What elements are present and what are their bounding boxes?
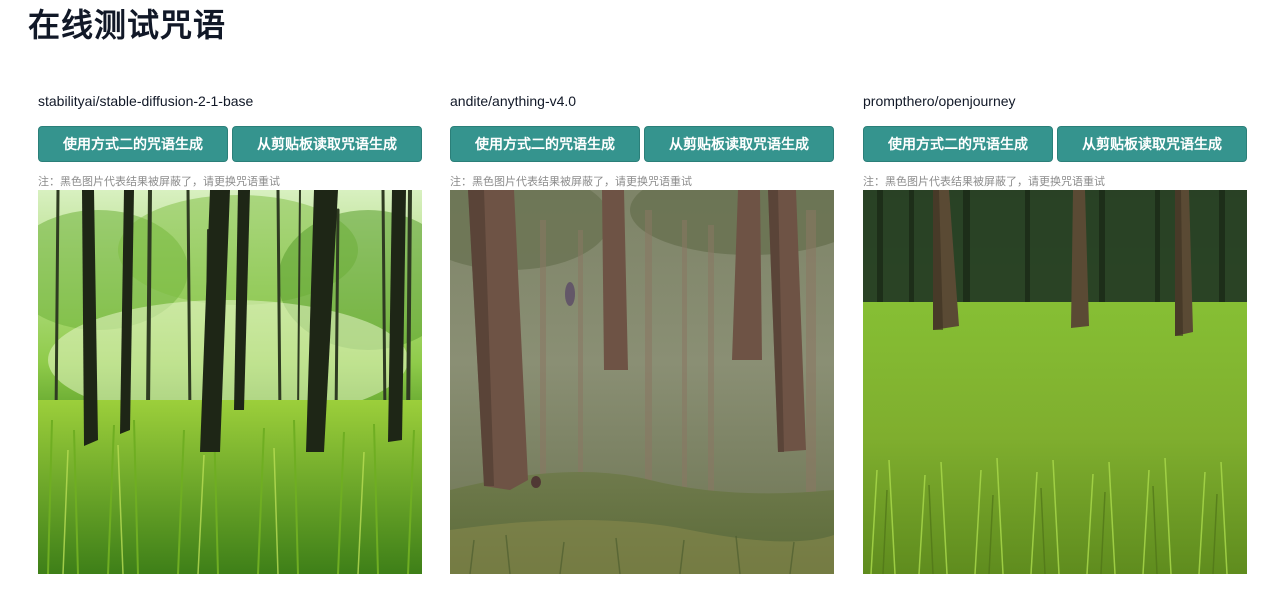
model-name: stabilityai/stable-diffusion-2-1-base xyxy=(38,93,254,109)
generate-with-method-two-button[interactable]: 使用方式二的咒语生成 xyxy=(450,126,640,162)
generated-forest-image xyxy=(38,190,422,574)
blocked-result-note: 注：黑色图片代表结果被屏蔽了，请更换咒语重试 xyxy=(450,176,692,188)
button-row: 使用方式二的咒语生成 从剪贴板读取咒语生成 xyxy=(450,126,834,162)
generate-with-method-two-button[interactable]: 使用方式二的咒语生成 xyxy=(863,126,1053,162)
button-row: 使用方式二的咒语生成 从剪贴板读取咒语生成 xyxy=(863,126,1247,162)
generated-forest-image xyxy=(450,190,834,574)
blocked-result-note: 注：黑色图片代表结果被屏蔽了，请更换咒语重试 xyxy=(863,176,1105,188)
button-row: 使用方式二的咒语生成 从剪贴板读取咒语生成 xyxy=(38,126,422,162)
model-name: prompthero/openjourney xyxy=(863,93,1016,109)
generate-from-clipboard-button[interactable]: 从剪贴板读取咒语生成 xyxy=(644,126,834,162)
generate-from-clipboard-button[interactable]: 从剪贴板读取咒语生成 xyxy=(1057,126,1247,162)
generated-forest-image xyxy=(863,190,1247,574)
model-card-anything-v4: andite/anything-v4.0 使用方式二的咒语生成 从剪贴板读取咒语… xyxy=(450,88,834,574)
model-card-stable-diffusion: stabilityai/stable-diffusion-2-1-base 使用… xyxy=(38,88,422,574)
model-name: andite/anything-v4.0 xyxy=(450,93,577,109)
generate-with-method-two-button[interactable]: 使用方式二的咒语生成 xyxy=(38,126,228,162)
page-title: 在线测试咒语 xyxy=(28,7,227,43)
blocked-result-note: 注：黑色图片代表结果被屏蔽了，请更换咒语重试 xyxy=(38,176,280,188)
generate-from-clipboard-button[interactable]: 从剪贴板读取咒语生成 xyxy=(232,126,422,162)
model-card-openjourney: prompthero/openjourney 使用方式二的咒语生成 从剪贴板读取… xyxy=(863,88,1247,574)
